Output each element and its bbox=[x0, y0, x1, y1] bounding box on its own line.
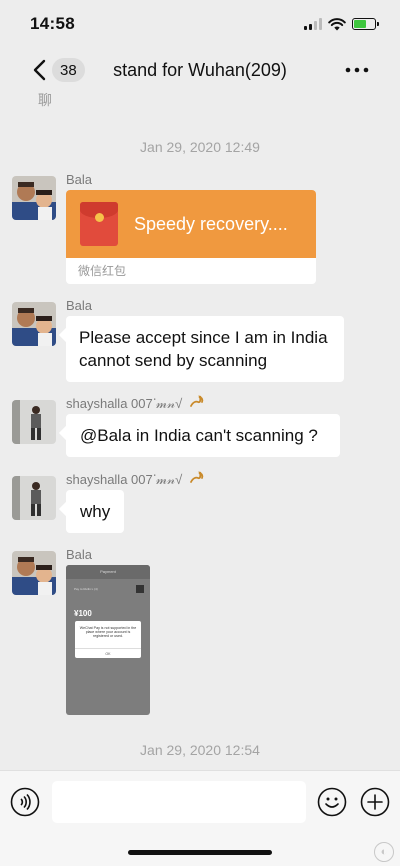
red-packet-card[interactable]: Speedy recovery.... 微信红包 bbox=[66, 190, 316, 284]
scorpion-emoji-icon bbox=[189, 470, 205, 487]
scorpion-emoji-icon bbox=[189, 394, 205, 411]
time-divider: Jan 29, 2020 12:49 bbox=[140, 139, 260, 155]
message-bubble[interactable]: why bbox=[66, 490, 125, 533]
sender-name: Bala bbox=[66, 172, 93, 187]
status-bar: 14:58 bbox=[0, 0, 400, 48]
nav-bar: 38 stand for Wuhan(209) bbox=[0, 48, 400, 92]
image-dialog-text: WeChat Pay is not supported in the place… bbox=[79, 626, 137, 638]
avatar-shayshalla[interactable] bbox=[12, 476, 56, 520]
time-divider: Jan 29, 2020 12:54 bbox=[140, 742, 260, 758]
more-dots-icon[interactable] bbox=[344, 60, 370, 80]
sender-name: shayshalla 007ᐝ𝓂𝓃√ bbox=[66, 394, 205, 412]
shared-screenshot-image[interactable]: Payment Pay to Ruilin L (4) ¥100 WeChat … bbox=[66, 565, 150, 715]
chat-title: stand for Wuhan(209) bbox=[113, 60, 287, 80]
image-amount: ¥100 bbox=[74, 609, 92, 618]
status-icons bbox=[304, 17, 379, 31]
avatar-shayshalla[interactable] bbox=[12, 400, 56, 444]
watermark-icon: ◐ bbox=[374, 842, 394, 862]
home-indicator[interactable] bbox=[128, 850, 272, 855]
message-input[interactable] bbox=[52, 781, 306, 823]
signal-icon bbox=[304, 18, 322, 30]
status-time: 14:58 bbox=[30, 14, 75, 33]
image-avatar bbox=[136, 585, 144, 593]
message-bubble[interactable]: Please accept since I am in India cannot… bbox=[66, 316, 344, 382]
message-bubble[interactable]: @Bala in India can't scanning ? bbox=[66, 414, 340, 457]
sender-name: shayshalla 007ᐝ𝓂𝓃√ bbox=[66, 470, 205, 488]
red-packet-message: Speedy recovery.... bbox=[134, 213, 288, 234]
image-dialog-button: OK bbox=[75, 648, 141, 658]
wifi-icon bbox=[328, 17, 346, 30]
sender-name: Bala bbox=[66, 547, 93, 562]
voice-icon[interactable] bbox=[10, 787, 40, 817]
clipped-previous-message: 聊 bbox=[38, 92, 52, 108]
avatar-bala[interactable] bbox=[12, 176, 56, 220]
avatar-bala[interactable] bbox=[12, 551, 56, 595]
red-packet-icon bbox=[80, 202, 118, 246]
image-dialog: WeChat Pay is not supported in the place… bbox=[75, 621, 141, 658]
avatar-bala[interactable] bbox=[12, 302, 56, 346]
sender-name: Bala bbox=[66, 298, 93, 313]
plus-icon[interactable] bbox=[360, 787, 390, 817]
image-header: Payment bbox=[66, 565, 150, 579]
emoji-icon[interactable] bbox=[317, 787, 347, 817]
image-subtitle: Pay to Ruilin L (4) bbox=[74, 587, 98, 591]
battery-icon bbox=[352, 18, 379, 30]
red-packet-caption: 微信红包 bbox=[78, 264, 127, 278]
